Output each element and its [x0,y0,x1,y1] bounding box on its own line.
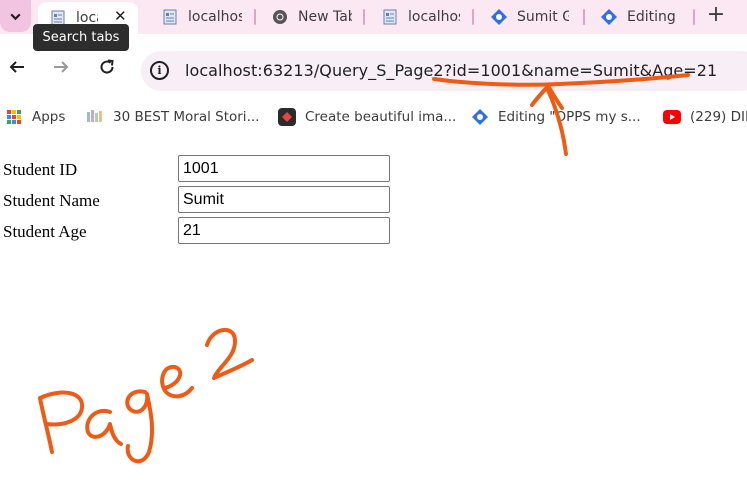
page-icon [382,9,398,25]
site-info-icon[interactable]: i [150,61,169,80]
tab-label: New Tab [298,9,352,25]
tab-label: localhost [188,9,242,25]
student-id-field[interactable] [178,155,390,182]
reload-button[interactable] [96,56,118,78]
tab-localhost-2[interactable]: localhost [162,2,248,32]
tab-separator [363,9,365,25]
arrow-right-icon [54,61,69,73]
url-text[interactable]: localhost:63213/Query_S_Page2?id=1001&na… [185,61,717,80]
tab-editing[interactable]: Editing [601,2,689,32]
letter-e-stroke [160,364,194,399]
tab-localhost-3[interactable]: localhost [382,2,464,32]
bookmark-label: Apps [32,109,66,125]
bookmark-label: (229) DIF [690,109,747,125]
address-bar[interactable]: i localhost:63213/Query_S_Page2?id=1001&… [141,51,747,91]
bookmark-youtube[interactable]: (229) DIF [663,107,747,127]
back-button[interactable] [6,56,28,78]
tab-sumit-g[interactable]: Sumit G [491,2,573,32]
forward-button[interactable] [50,56,72,78]
reload-icon [100,59,114,74]
letter-p-stroke [38,390,85,454]
chrome-icon [272,9,288,25]
bookmark-editing-opps[interactable]: Editing "OPPS my s... [471,107,641,127]
arrow-left-icon [9,61,24,73]
student-id-label: Student ID [3,160,78,179]
diamond-icon [471,108,489,126]
bookmark-create-images[interactable]: Create beautiful ima... [278,107,456,127]
tab-separator [583,9,585,25]
youtube-icon [663,108,681,126]
bookmark-apps[interactable]: Apps [5,107,65,127]
search-tabs-button[interactable] [0,0,31,32]
bookmarks-bar: Apps 30 BEST Moral Stori... Create beaut… [0,98,747,136]
story-icon [86,108,104,126]
search-tabs-tooltip: Search tabs [33,24,129,51]
image-creator-icon [278,108,296,126]
page-icon [162,9,178,25]
letter-a-stroke [85,408,123,446]
close-tab-icon[interactable]: ✕ [114,7,127,25]
tab-separator [472,9,474,25]
chevron-down-icon [10,13,21,20]
bookmark-moral-stories[interactable]: 30 BEST Moral Stori... [86,107,259,127]
bookmark-label: 30 BEST Moral Stori... [113,109,260,125]
tab-label: Sumit G [517,9,569,25]
new-tab-plus-icon[interactable]: + [706,4,726,27]
student-name-label: Student Name [3,191,100,210]
tab-separator [254,9,256,25]
student-age-label: Student Age [3,222,87,241]
tab-separator [693,9,695,25]
tab-label: Editing [627,9,676,25]
tab-label: localhost [408,9,460,25]
student-name-field[interactable] [178,186,390,213]
bookmark-label: Create beautiful ima... [305,109,457,125]
digit-2-stroke [205,328,254,380]
diamond-icon [491,9,507,25]
apps-grid-icon [5,108,23,126]
diamond-icon [601,9,617,25]
student-age-field[interactable] [178,217,390,244]
bookmark-label: Editing "OPPS my s... [498,109,641,125]
letter-g-stroke [125,389,155,464]
tab-new-tab[interactable]: New Tab [272,2,356,32]
